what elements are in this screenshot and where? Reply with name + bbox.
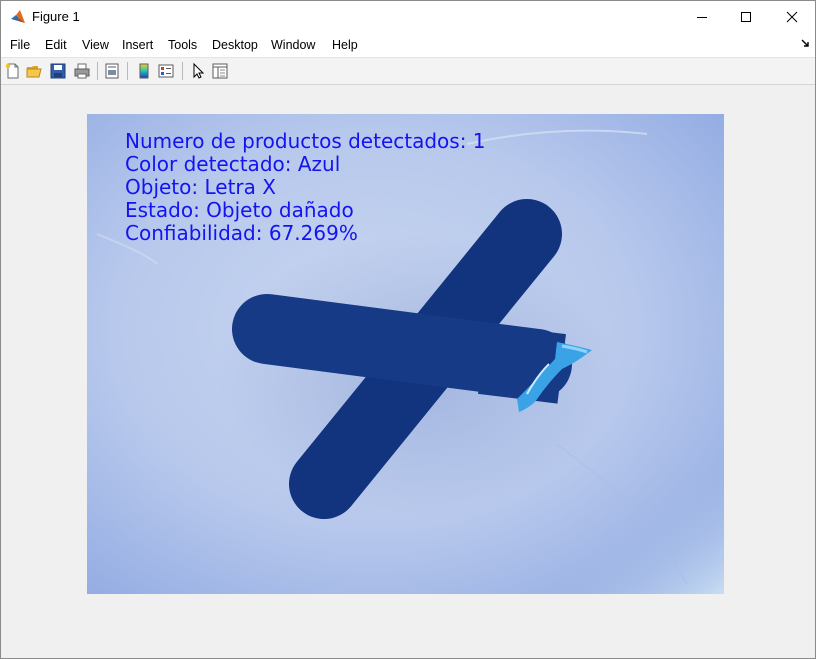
figure-toolbar bbox=[1, 58, 815, 85]
menu-file[interactable]: File bbox=[10, 38, 30, 52]
maximize-button[interactable] bbox=[723, 1, 769, 32]
print-icon[interactable] bbox=[73, 62, 91, 80]
menu-bar: File Edit View Insert Tools Desktop Wind… bbox=[1, 32, 815, 58]
menu-desktop[interactable]: Desktop bbox=[212, 38, 258, 52]
minimize-button[interactable] bbox=[679, 1, 725, 32]
save-icon[interactable] bbox=[49, 62, 67, 80]
menu-edit[interactable]: Edit bbox=[45, 38, 67, 52]
menu-insert[interactable]: Insert bbox=[122, 38, 153, 52]
title-bar[interactable]: Figure 1 bbox=[1, 1, 815, 32]
overlay-line-object: Objeto: Letra X bbox=[125, 175, 276, 199]
overlay-line-confidence: Confiabilidad: 67.269% bbox=[125, 221, 358, 245]
toolbar-separator bbox=[97, 62, 98, 80]
toolbar-separator bbox=[127, 62, 128, 80]
insert-colorbar-icon[interactable] bbox=[135, 62, 153, 80]
image-axes: Numero de productos detectados: 1 Color … bbox=[87, 114, 724, 594]
maximize-icon bbox=[741, 11, 751, 22]
overlay-line-color: Color detectado: Azul bbox=[125, 152, 341, 176]
menu-tools[interactable]: Tools bbox=[168, 38, 197, 52]
print-preview-icon[interactable] bbox=[103, 62, 121, 80]
edit-plot-icon[interactable] bbox=[189, 62, 207, 80]
new-figure-icon[interactable] bbox=[4, 62, 22, 80]
menu-window[interactable]: Window bbox=[271, 38, 315, 52]
dock-figure-icon[interactable] bbox=[801, 39, 810, 48]
figure-canvas: Numero de productos detectados: 1 Color … bbox=[1, 85, 815, 658]
open-file-icon[interactable] bbox=[26, 62, 44, 80]
overlay-line-state: Estado: Objeto dañado bbox=[125, 198, 354, 222]
toolbar-separator bbox=[182, 62, 183, 80]
overlay-line-count: Numero de productos detectados: 1 bbox=[125, 129, 486, 153]
menu-help[interactable]: Help bbox=[332, 38, 358, 52]
minimize-icon bbox=[697, 16, 707, 18]
matlab-icon bbox=[11, 10, 25, 23]
menu-view[interactable]: View bbox=[82, 38, 109, 52]
window-title: Figure 1 bbox=[32, 9, 80, 24]
close-icon bbox=[786, 11, 798, 22]
property-inspector-icon[interactable] bbox=[211, 62, 229, 80]
insert-legend-icon[interactable] bbox=[157, 62, 175, 80]
close-button[interactable] bbox=[769, 1, 815, 32]
figure-window: Figure 1 File Edit View Insert Tools Des… bbox=[0, 0, 816, 659]
